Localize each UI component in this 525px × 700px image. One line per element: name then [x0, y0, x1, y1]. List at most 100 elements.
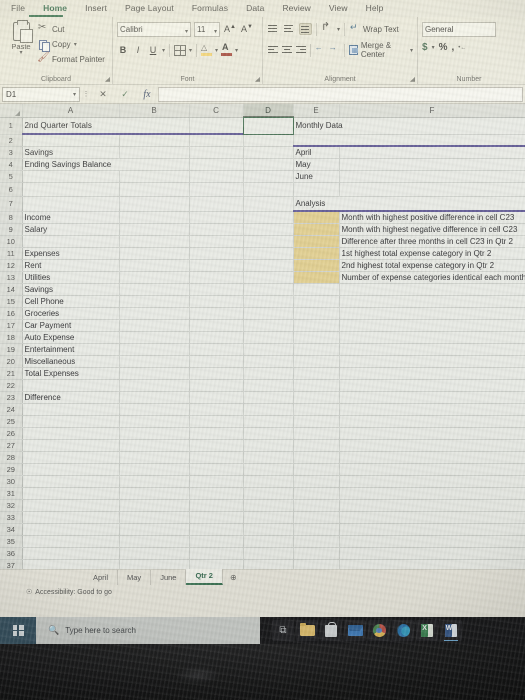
cell-a27[interactable] — [22, 439, 120, 452]
row-header[interactable]: 6 — [0, 182, 23, 197]
cell-c32[interactable] — [189, 499, 244, 512]
row-header[interactable]: 8 — [0, 211, 23, 224]
cell-a34[interactable] — [22, 523, 120, 536]
number-format-select[interactable]: General — [422, 21, 496, 37]
cell-f6[interactable] — [339, 182, 525, 197]
cell-d34[interactable] — [243, 523, 294, 536]
alignment-dialog-launcher-icon[interactable]: ◢ — [410, 75, 415, 83]
cell-c12[interactable] — [189, 259, 244, 272]
cell-a1[interactable]: 2nd Quarter Totals — [22, 117, 190, 135]
cell-a30[interactable] — [22, 475, 120, 488]
cell-b24[interactable] — [119, 403, 190, 416]
row-header[interactable]: 30 — [0, 475, 23, 488]
row-header[interactable]: 15 — [0, 295, 23, 308]
edge-icon[interactable] — [392, 620, 414, 641]
row-header[interactable]: 9 — [0, 223, 23, 236]
cell-c7[interactable] — [189, 196, 244, 212]
cell-c31[interactable] — [189, 487, 244, 500]
cell-a18[interactable]: Auto Expense — [22, 331, 120, 344]
cell-b20[interactable] — [119, 355, 190, 368]
cell-d15[interactable] — [243, 295, 294, 308]
cell-b36[interactable] — [119, 547, 190, 560]
row-header[interactable]: 31 — [0, 487, 23, 500]
fill-color-button[interactable] — [201, 43, 213, 56]
cell-a8[interactable]: Income — [22, 211, 120, 224]
font-size-input[interactable]: 11 ▾ — [194, 21, 220, 37]
cell-a28[interactable] — [22, 451, 120, 464]
cell-e24[interactable] — [293, 403, 340, 416]
cell-a33[interactable] — [22, 511, 120, 524]
cell-c28[interactable] — [189, 451, 244, 464]
cell-f26[interactable] — [339, 427, 525, 440]
cell-e2[interactable] — [292, 134, 525, 147]
sheet-tab-june[interactable]: June — [151, 570, 187, 585]
row-header[interactable]: 4 — [0, 158, 23, 171]
cell-d23[interactable] — [243, 391, 294, 404]
cell-f4[interactable] — [339, 158, 525, 171]
cell-d26[interactable] — [243, 427, 294, 440]
cell-e21[interactable] — [293, 367, 340, 380]
sheet-tab-april[interactable]: April — [84, 570, 119, 585]
cell-c9[interactable] — [189, 223, 244, 236]
cell-c8[interactable] — [189, 211, 244, 224]
row-header[interactable]: 28 — [0, 451, 23, 464]
cell-b25[interactable] — [119, 415, 190, 428]
cell-d31[interactable] — [243, 487, 294, 500]
word-icon[interactable] — [440, 620, 462, 641]
cell-b10[interactable] — [119, 235, 190, 248]
cell-d20[interactable] — [243, 355, 294, 368]
cell-e25[interactable] — [293, 415, 340, 428]
row-header[interactable]: 23 — [0, 391, 23, 404]
cell-c15[interactable] — [189, 295, 244, 308]
chevron-down-icon[interactable]: ▾ — [235, 47, 238, 54]
row-header[interactable]: 35 — [0, 535, 23, 548]
cell-d32[interactable] — [243, 499, 294, 512]
cell-b11[interactable] — [119, 247, 190, 260]
italic-button[interactable]: I — [132, 45, 144, 55]
row-header[interactable]: 17 — [0, 319, 23, 332]
cell-d18[interactable] — [243, 331, 294, 344]
cell-a19[interactable]: Entertainment — [22, 343, 120, 356]
row-header[interactable]: 14 — [0, 283, 23, 296]
cell-c20[interactable] — [189, 355, 244, 368]
cell-c35[interactable] — [189, 535, 244, 548]
chevron-down-icon[interactable]: ▾ — [162, 47, 165, 54]
cell-f5[interactable] — [339, 170, 525, 183]
cell-f24[interactable] — [339, 403, 525, 416]
cell-c5[interactable] — [189, 170, 244, 183]
sheet-tab-qtr2[interactable]: Qtr 2 — [186, 568, 223, 585]
cell-a20[interactable]: Miscellaneous — [22, 355, 120, 368]
column-header-f[interactable]: F — [339, 104, 525, 118]
cell-e31[interactable] — [293, 487, 340, 500]
cell-d19[interactable] — [243, 343, 294, 356]
cell-c19[interactable] — [189, 343, 244, 356]
answer-cell-e11[interactable] — [292, 246, 340, 260]
cell-b2[interactable] — [119, 134, 190, 147]
cell-b6[interactable] — [119, 182, 190, 197]
cell-b9[interactable] — [119, 223, 190, 236]
cell-f16[interactable] — [339, 307, 525, 320]
name-box[interactable]: D1 ▾ — [2, 86, 80, 102]
cell-f8[interactable]: Month with highest positive difference i… — [339, 211, 525, 224]
cell-a24[interactable] — [22, 403, 120, 416]
align-middle-button[interactable] — [283, 23, 296, 35]
column-header-e[interactable]: E — [293, 104, 340, 118]
row-header[interactable]: 24 — [0, 403, 23, 416]
select-all-corner[interactable] — [0, 104, 23, 118]
answer-cell-e10[interactable] — [292, 234, 340, 248]
row-header[interactable]: 20 — [0, 355, 23, 368]
row-header[interactable]: 1 — [0, 117, 23, 135]
cell-a5[interactable] — [22, 170, 120, 183]
cell-e28[interactable] — [293, 451, 340, 464]
cell-d27[interactable] — [243, 439, 294, 452]
cell-d35[interactable] — [243, 535, 294, 548]
formula-bar-expand-icon[interactable]: ⋮ — [80, 90, 92, 98]
cell-c25[interactable] — [189, 415, 244, 428]
chevron-down-icon[interactable]: ▾ — [215, 47, 218, 54]
cell-e27[interactable] — [293, 439, 340, 452]
chevron-down-icon[interactable]: ▾ — [19, 50, 22, 56]
cell-b28[interactable] — [119, 451, 190, 464]
cell-e1[interactable]: Monthly Data — [292, 117, 525, 135]
ribbon-tab-formulas[interactable]: Formulas — [183, 0, 237, 17]
cell-b16[interactable] — [119, 307, 190, 320]
